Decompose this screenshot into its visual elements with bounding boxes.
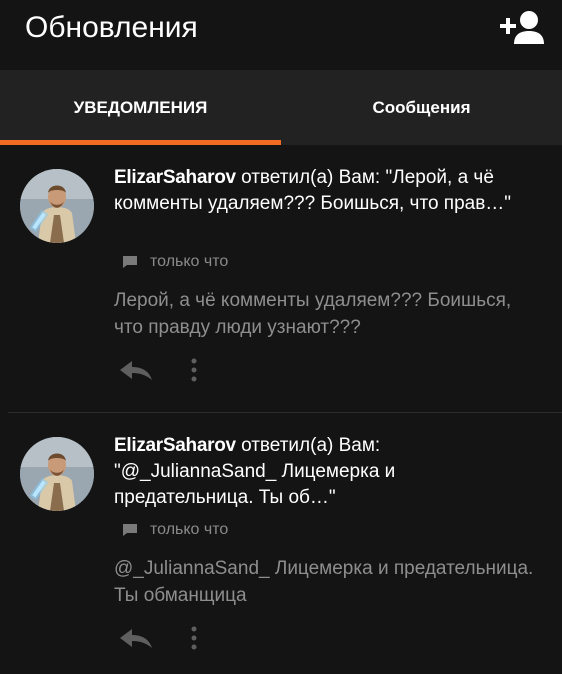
username[interactable]: ElizarSaharov (114, 167, 236, 188)
more-vertical-icon (191, 358, 197, 382)
avatar-image (20, 169, 94, 243)
reply-icon (120, 629, 152, 648)
comment-text: @_JuliannaSand_ Лицемерка и предательниц… (114, 558, 534, 606)
notification-headline: ElizarSaharov ответил(а) Вам: "@_Juliann… (114, 433, 524, 511)
timestamp: только что (150, 253, 229, 270)
comment-text: Лерой, а чё комменты удаляем??? Боишься,… (114, 290, 512, 338)
add-friend-icon (500, 11, 544, 44)
timestamp: только что (150, 521, 229, 538)
notifications-list: ElizarSaharov ответил(а) Вам: "Лерой, а … (0, 145, 562, 674)
comment-icon (123, 256, 137, 268)
notification-actions (114, 623, 204, 653)
notification-item[interactable]: ElizarSaharov ответил(а) Вам: "Лерой, а … (0, 145, 562, 413)
avatar[interactable] (20, 169, 94, 243)
top-app-bar: Обновления (0, 0, 562, 70)
notification-meta: только что (122, 521, 228, 539)
add-friend-button[interactable] (498, 6, 546, 48)
app-screen: Обновления УВЕДОМЛЕНИЯ Сообщения ElizarS… (0, 0, 562, 674)
notification-actions (114, 355, 204, 385)
avatar-image (20, 437, 94, 511)
tab-bar: УВЕДОМЛЕНИЯ Сообщения (0, 70, 562, 145)
comment-icon (123, 524, 137, 536)
notification-item[interactable]: ElizarSaharov ответил(а) Вам: "@_Juliann… (0, 413, 562, 674)
notification-headline: ElizarSaharov ответил(а) Вам: "Лерой, а … (114, 165, 524, 217)
more-vertical-icon (191, 626, 197, 650)
tab-notifications[interactable]: УВЕДОМЛЕНИЯ (0, 70, 281, 145)
notification-meta: только что (122, 253, 228, 271)
page-title: Обновления (25, 11, 198, 44)
more-options-button[interactable] (184, 355, 204, 385)
avatar[interactable] (20, 437, 94, 511)
reply-button[interactable] (114, 355, 158, 385)
more-options-button[interactable] (184, 623, 204, 653)
reply-button[interactable] (114, 623, 158, 653)
tab-messages[interactable]: Сообщения (281, 70, 562, 145)
username[interactable]: ElizarSaharov (114, 435, 236, 456)
reply-icon (120, 361, 152, 380)
